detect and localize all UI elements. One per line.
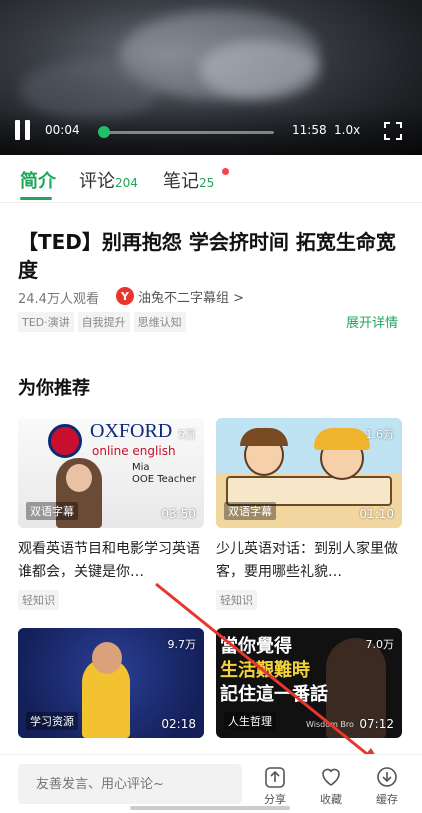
home-indicator	[130, 806, 290, 810]
screen: 00:04 11:58 1.0x 简介 评论204 笔记25 【TED】别再抱怨…	[0, 0, 422, 813]
cache-button[interactable]: 缓存	[367, 765, 407, 807]
download-icon	[377, 767, 397, 787]
favorite-button[interactable]: 收藏	[311, 765, 351, 807]
bottom-bar: 分享 收藏 缓存	[0, 754, 422, 813]
share-button[interactable]: 分享	[255, 765, 295, 807]
annotation-arrow	[155, 582, 382, 766]
share-icon	[265, 767, 285, 788]
heart-icon	[322, 768, 340, 786]
comment-input[interactable]	[18, 764, 242, 804]
